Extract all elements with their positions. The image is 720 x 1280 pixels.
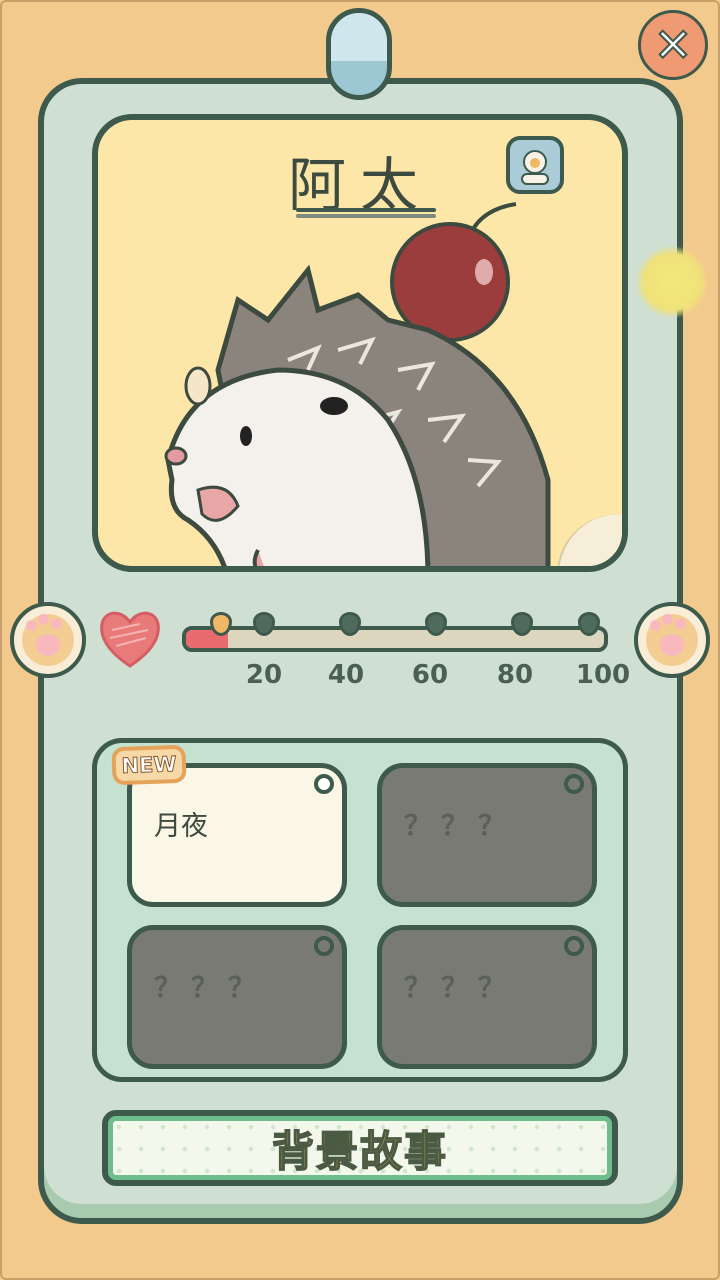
- pin-icon: [326, 8, 392, 100]
- close-button[interactable]: ✕: [638, 10, 708, 80]
- story-card[interactable]: ？？？: [127, 925, 347, 1069]
- new-badge: NEW: [111, 744, 187, 786]
- story-status-dot: [564, 774, 584, 794]
- milestone-label: 100: [575, 660, 631, 690]
- side-indicator-dot[interactable]: [636, 246, 708, 318]
- story-title: 月夜: [154, 811, 208, 842]
- story-list-panel: 月夜 ？？？ ？？？ ？？？: [92, 738, 628, 1082]
- affection-progress-bar: [182, 626, 608, 652]
- milestone-label: 80: [496, 660, 534, 690]
- story-card[interactable]: 月夜: [127, 763, 347, 907]
- background-story-button[interactable]: 背景故事: [102, 1110, 618, 1186]
- story-status-dot: [564, 936, 584, 956]
- paw-left-icon[interactable]: [10, 602, 86, 678]
- character-portrait: 阿太: [92, 114, 628, 572]
- milestone-label: 40: [327, 660, 365, 690]
- story-title: ？？？: [154, 973, 265, 1004]
- background-story-label: 背景故事: [271, 1126, 448, 1177]
- milestone-label: 60: [411, 660, 449, 690]
- paw-right-icon[interactable]: [634, 602, 710, 678]
- story-title: ？？？: [404, 811, 515, 842]
- story-card[interactable]: ？？？: [377, 925, 597, 1069]
- story-status-dot: [314, 774, 334, 794]
- story-card[interactable]: ？？？: [377, 763, 597, 907]
- heart-icon: [100, 611, 160, 668]
- story-status-dot: [314, 936, 334, 956]
- story-title: ？？？: [404, 973, 515, 1004]
- milestone-label: 20: [245, 660, 283, 690]
- hedgehog-illustration: [164, 202, 551, 566]
- close-icon: ✕: [653, 18, 694, 72]
